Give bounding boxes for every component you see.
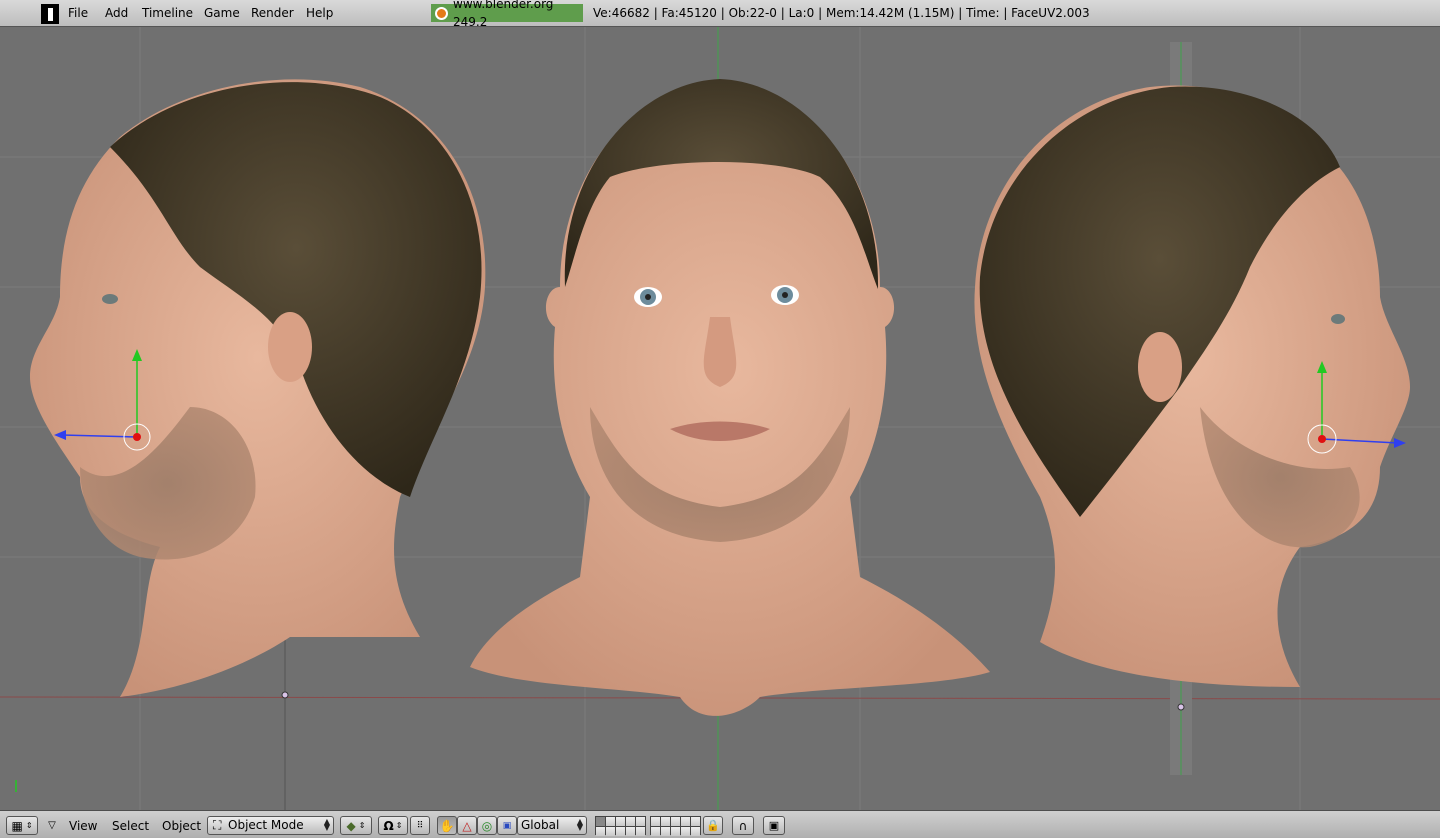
menu-game[interactable]: Game (204, 6, 240, 20)
pivot-align-button[interactable]: ⠿ (410, 816, 430, 835)
head-front-center[interactable] (470, 79, 990, 716)
head-profile-left[interactable] (30, 79, 486, 697)
render-preview-button[interactable]: ▣ (763, 816, 785, 835)
orientation-select[interactable]: Global ▲ ▼ (517, 816, 587, 835)
menu-render[interactable]: Render (251, 6, 294, 20)
pivot-button[interactable]: Ω ⇕ (378, 816, 408, 835)
scene-stats: Ve:46682 | Fa:45120 | Ob:22-0 | La:0 | M… (593, 6, 1090, 20)
snap-button[interactable]: ∩ (732, 816, 754, 835)
object-mode-icon: ⛶ (213, 818, 222, 832)
mode-value: Object Mode (228, 818, 304, 832)
hand-icon: ✋ (439, 818, 455, 833)
mode-select[interactable]: ⛶ Object Mode ▲ ▼ (207, 816, 334, 835)
translate-icon: △ (462, 818, 472, 833)
head-profile-right[interactable] (974, 85, 1410, 688)
blender-orb-icon (435, 6, 448, 20)
editor-type-button[interactable]: ▦ ⇕ (6, 816, 38, 835)
menu-timeline[interactable]: Timeline (142, 6, 193, 20)
object-center-left[interactable] (281, 691, 289, 699)
menu-help[interactable]: Help (306, 6, 333, 20)
orientation-value: Global (521, 818, 560, 832)
manipulator-rotate[interactable]: ◎ (477, 816, 497, 835)
version-badge[interactable]: www.blender.org 249.2 (431, 0, 583, 29)
menu-add[interactable]: Add (105, 6, 128, 20)
menu-view[interactable]: View (69, 819, 97, 833)
menu-object[interactable]: Object (162, 819, 201, 833)
viewport-canvas[interactable] (0, 27, 1440, 810)
manipulator-scale[interactable]: ▣ (497, 816, 517, 835)
dots-icon: ⠿ (416, 820, 424, 831)
object-center-right[interactable] (1177, 703, 1185, 711)
layer-buttons-1[interactable] (595, 816, 646, 836)
info-header: File Add Timeline Game Render Help www.b… (0, 0, 1440, 29)
triangle-down-icon: ▽ (48, 820, 56, 831)
pivot-icon: Ω (383, 818, 394, 833)
rotate-icon: ◎ (481, 818, 493, 833)
magnet-icon: ∩ (738, 818, 748, 833)
draw-type-button[interactable]: ◆ ⇕ (340, 816, 372, 835)
manipulator-toggle[interactable]: ✋ (437, 816, 457, 835)
layer-lock-button[interactable]: 🔒 (703, 816, 723, 835)
render-icon: ▣ (768, 819, 780, 832)
grid-icon: ▦ (11, 818, 23, 833)
blender-logo-icon[interactable] (41, 4, 59, 24)
menu-file[interactable]: File (68, 6, 88, 20)
lock-icon: 🔒 (706, 819, 720, 832)
manipulator-translate[interactable]: △ (457, 816, 477, 835)
shading-cube-icon: ◆ (346, 818, 356, 833)
menu-collapse-button[interactable]: ▽ (43, 816, 61, 835)
layer-buttons-2[interactable] (650, 816, 701, 836)
3d-viewport[interactable] (0, 27, 1440, 810)
scale-icon: ▣ (502, 820, 512, 831)
viewport-header: ▦ ⇕ ▽ View Select Object ⛶ Object Mode ▲ ▼… (0, 810, 1440, 838)
menu-select[interactable]: Select (112, 819, 149, 833)
